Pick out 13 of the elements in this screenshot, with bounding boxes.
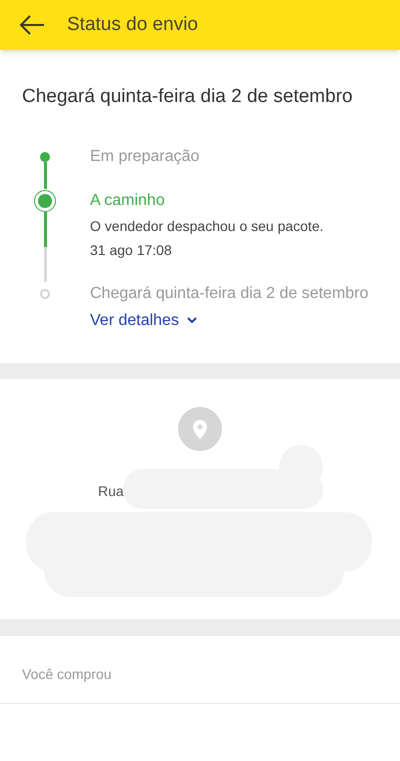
step-title: Em preparação: [90, 146, 200, 166]
section-title: Você comprou: [22, 664, 112, 684]
delivery-estimate: Chegará quinta-feira dia 2 de setembro: [21, 85, 354, 109]
address-text: Rua: [98, 482, 124, 500]
back-arrow-icon: [19, 15, 45, 35]
step-title: A caminho: [90, 190, 166, 210]
step-description: O vendedor despachou o seu pacote.: [90, 216, 324, 236]
step-date: 31 ago 17:08: [90, 240, 173, 260]
step-title: Chegará quinta-feira dia 2 de setembro: [90, 284, 368, 304]
screen-title: Status do envio: [67, 12, 198, 37]
location-pin-icon: [178, 406, 222, 450]
details-link[interactable]: Ver detalhes: [90, 308, 368, 332]
chevron-down-icon: [186, 317, 197, 324]
